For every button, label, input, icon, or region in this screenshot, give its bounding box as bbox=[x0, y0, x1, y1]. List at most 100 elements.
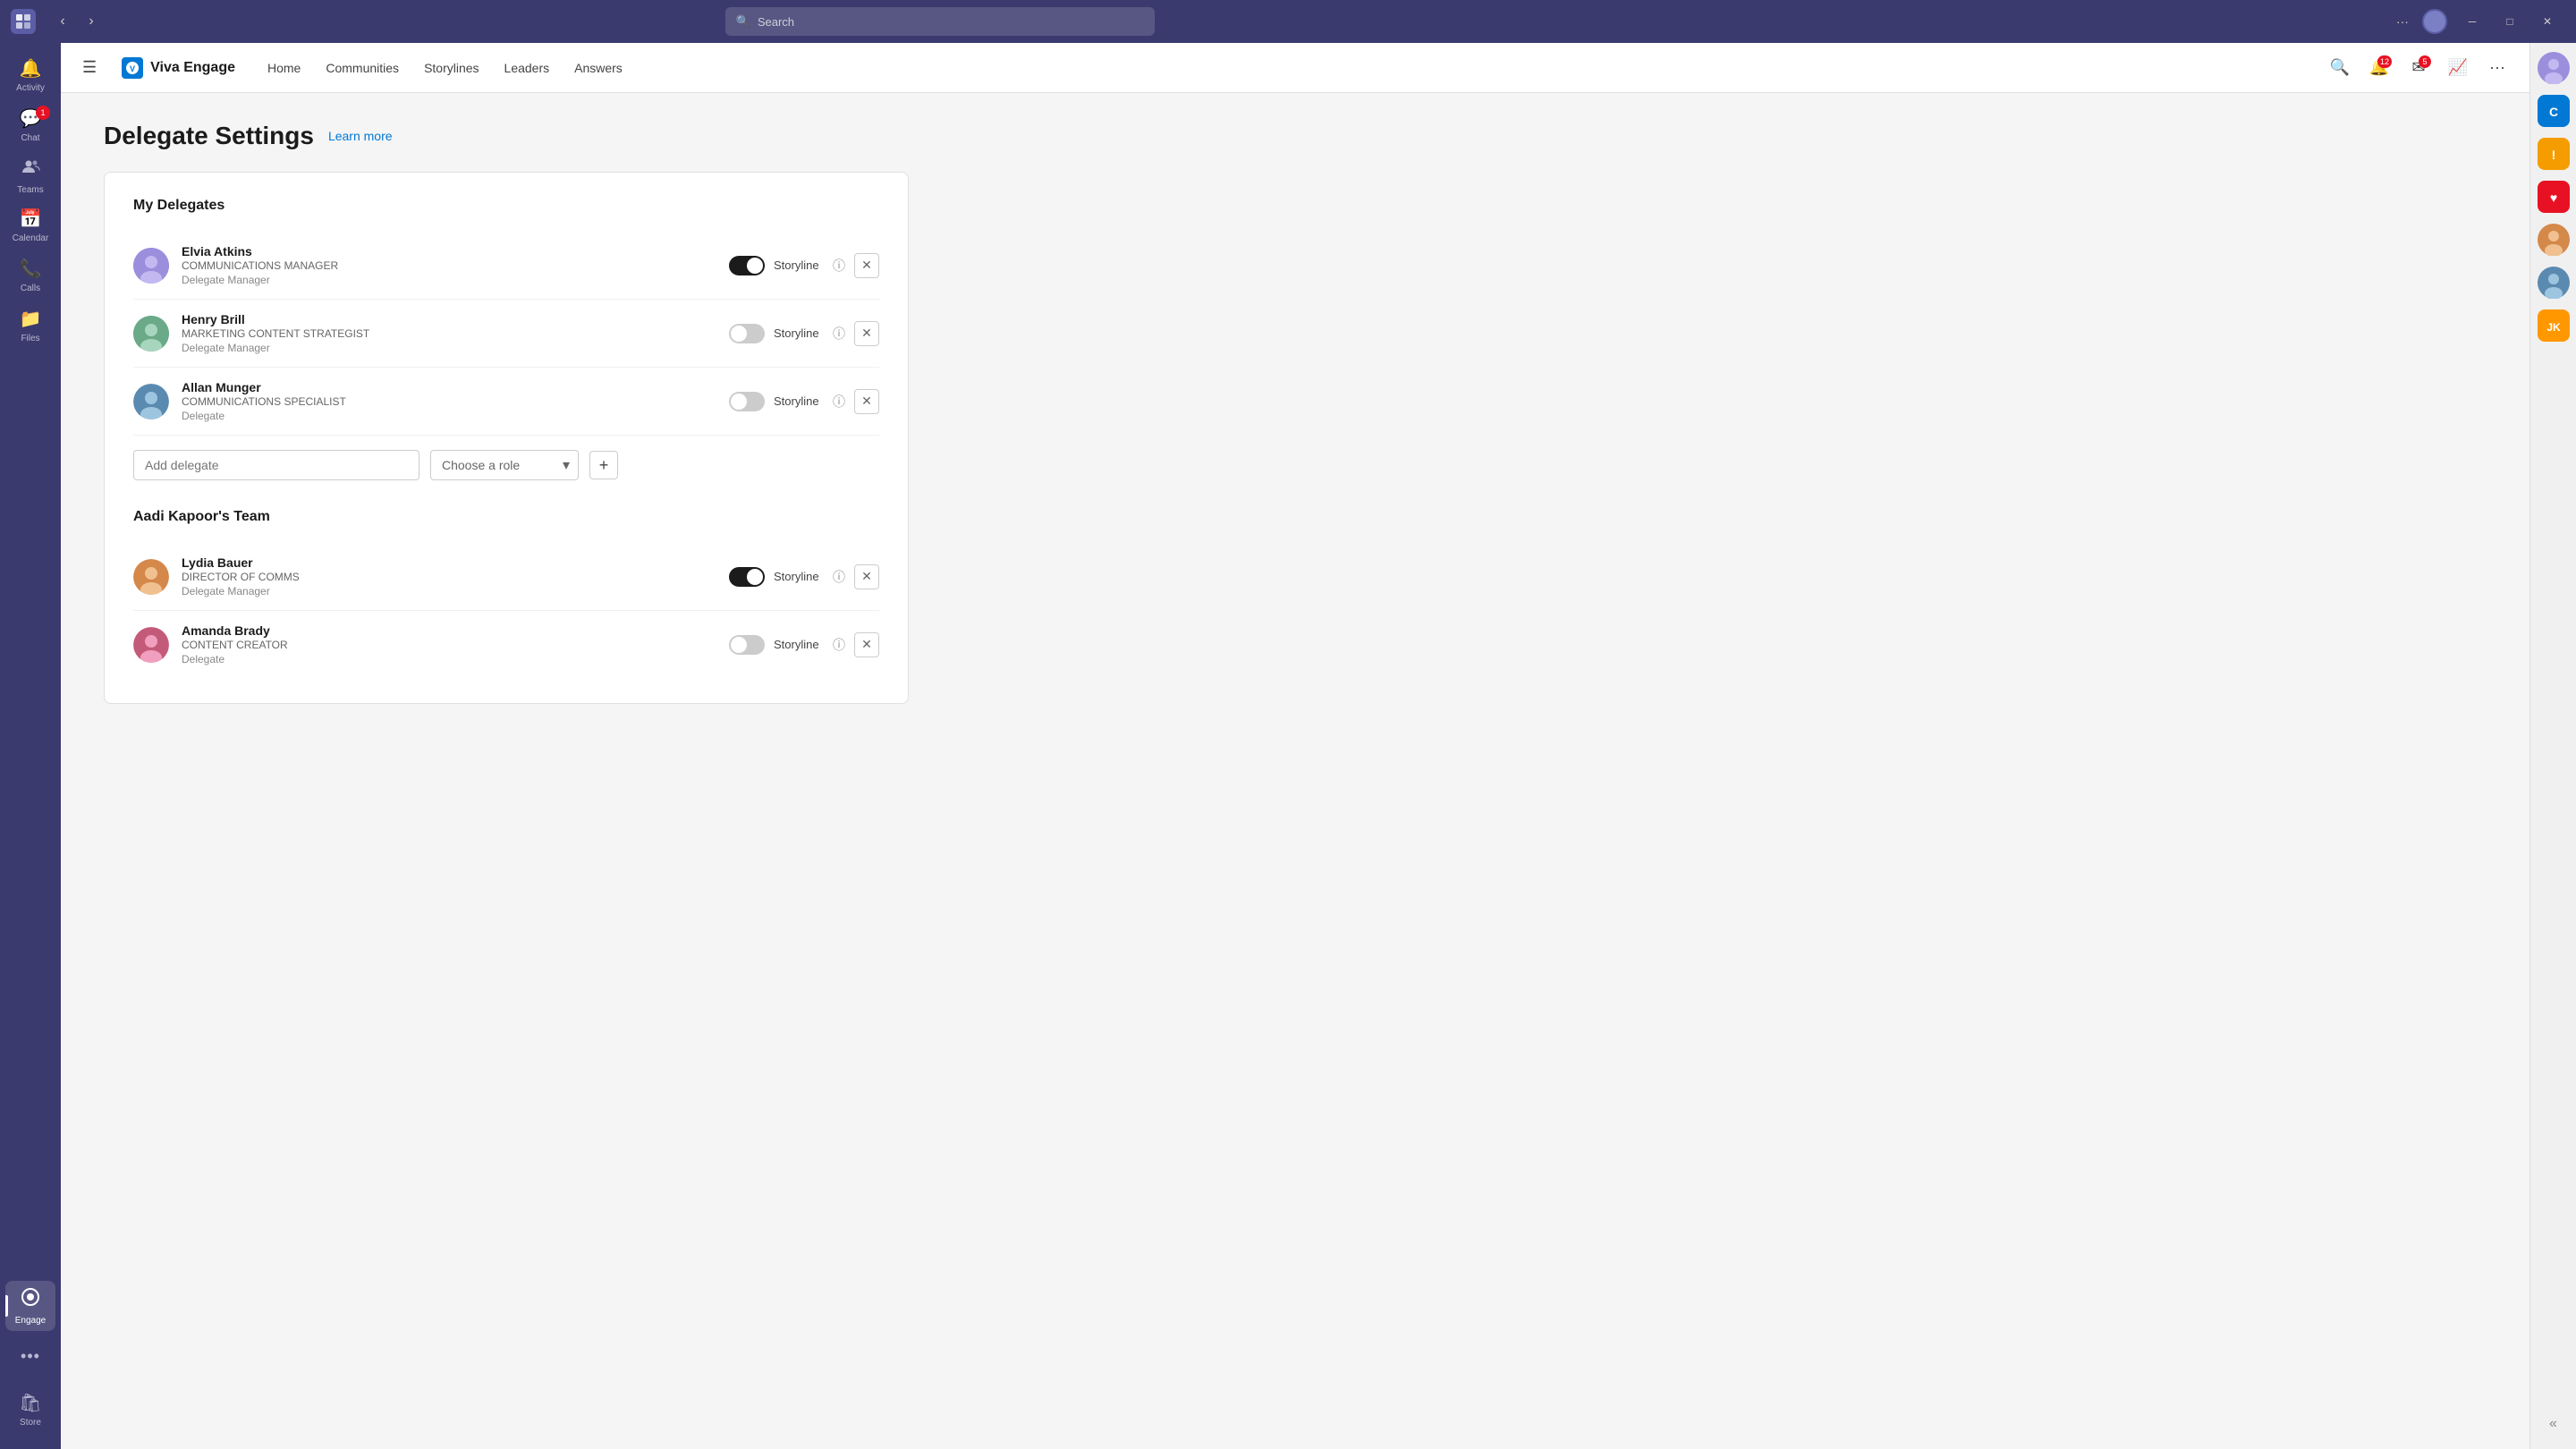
more-icon: ••• bbox=[21, 1347, 40, 1366]
sidebar-item-store[interactable]: 🛍 Store bbox=[5, 1385, 55, 1435]
forward-button[interactable]: › bbox=[79, 9, 104, 34]
sidebar-item-activity[interactable]: 🔔 Activity bbox=[5, 50, 55, 100]
delegate-toggle-amanda[interactable] bbox=[729, 635, 765, 655]
delegate-role-elvia: Delegate Manager bbox=[182, 274, 729, 286]
role-select[interactable]: Choose a role Delegate Manager Delegate bbox=[430, 450, 579, 480]
close-button[interactable]: ✕ bbox=[2529, 7, 2565, 36]
teams-icon bbox=[21, 157, 40, 182]
right-sidebar-app-1[interactable]: C bbox=[2536, 93, 2572, 129]
right-sidebar-app-3[interactable]: ♥ bbox=[2536, 179, 2572, 215]
right-sidebar-profile-2[interactable] bbox=[2536, 222, 2572, 258]
remove-delegate-allan[interactable]: ✕ bbox=[854, 389, 879, 414]
delegate-name-amanda: Amanda Brady bbox=[182, 623, 729, 638]
maximize-button[interactable]: □ bbox=[2492, 7, 2528, 36]
storyline-label-henry: Storyline bbox=[774, 326, 824, 340]
info-icon-henry[interactable]: ⓘ bbox=[833, 325, 845, 343]
more-button[interactable]: ··· bbox=[2390, 9, 2415, 34]
brand-name: Viva Engage bbox=[150, 60, 235, 76]
sidebar-item-more[interactable]: ••• bbox=[5, 1331, 55, 1381]
notifications-button[interactable]: 🔔 12 bbox=[2365, 54, 2394, 82]
delegate-info-henry: Henry Brill MARKETING CONTENT STRATEGIST… bbox=[182, 312, 729, 354]
delegate-toggle-elvia[interactable] bbox=[729, 256, 765, 275]
chat-label: Chat bbox=[21, 133, 39, 143]
remove-delegate-henry[interactable]: ✕ bbox=[854, 321, 879, 346]
store-label: Store bbox=[20, 1418, 41, 1428]
right-sidebar-app-4[interactable]: JK bbox=[2536, 308, 2572, 343]
add-delegate-button[interactable]: + bbox=[589, 451, 618, 479]
search-button[interactable]: 🔍 bbox=[2326, 54, 2354, 82]
right-sidebar-profile-3[interactable] bbox=[2536, 265, 2572, 301]
activity-icon: 🔔 bbox=[20, 57, 42, 80]
more-dots-icon: ··· bbox=[2489, 58, 2505, 77]
toggle-thumb-elvia bbox=[747, 258, 763, 274]
role-select-wrapper: Choose a role Delegate Manager Delegate bbox=[430, 450, 579, 480]
analytics-button[interactable]: 📈 bbox=[2444, 54, 2472, 82]
teams-label: Teams bbox=[17, 185, 43, 195]
minimize-button[interactable]: ─ bbox=[2454, 7, 2490, 36]
sidebar-bottom: ••• 🛍 Store bbox=[5, 1331, 55, 1442]
delegate-row-lydia: Lydia Bauer DIRECTOR OF COMMS Delegate M… bbox=[133, 543, 879, 611]
info-icon-allan[interactable]: ⓘ bbox=[833, 393, 845, 411]
right-sidebar-profile-1[interactable] bbox=[2536, 50, 2572, 86]
topnav-more-button[interactable]: ··· bbox=[2483, 54, 2512, 82]
add-delegate-row: Choose a role Delegate Manager Delegate … bbox=[133, 450, 879, 480]
engage-icon bbox=[21, 1287, 40, 1312]
delegate-toggle-henry[interactable] bbox=[729, 324, 765, 343]
messages-button[interactable]: ✉ 5 bbox=[2404, 54, 2433, 82]
nav-storylines[interactable]: Storylines bbox=[413, 55, 489, 80]
delegate-toggle-allan[interactable] bbox=[729, 392, 765, 411]
activity-label: Activity bbox=[16, 83, 45, 93]
toggle-thumb-henry bbox=[731, 326, 747, 342]
right-sidebar: C ! ♥ JK « bbox=[2529, 43, 2576, 1449]
nav-answers[interactable]: Answers bbox=[564, 55, 633, 80]
remove-delegate-amanda[interactable]: ✕ bbox=[854, 632, 879, 657]
search-icon: 🔍 bbox=[736, 14, 750, 29]
chat-badge: 1 bbox=[36, 106, 50, 120]
right-sidebar-app-2[interactable]: ! bbox=[2536, 136, 2572, 172]
delegate-title-henry: MARKETING CONTENT STRATEGIST bbox=[182, 327, 729, 340]
sidebar-item-teams[interactable]: Teams bbox=[5, 150, 55, 200]
sidebar-item-chat[interactable]: 1 💬 Chat bbox=[5, 100, 55, 150]
sidebar-item-files[interactable]: 📁 Files bbox=[5, 301, 55, 351]
left-sidebar: 🔔 Activity 1 💬 Chat Teams 📅 Calendar bbox=[0, 43, 61, 1449]
info-icon-elvia[interactable]: ⓘ bbox=[833, 257, 845, 275]
delegate-avatar-allan bbox=[133, 384, 169, 419]
collapse-sidebar-button[interactable]: « bbox=[2536, 1406, 2572, 1442]
delegate-info-elvia: Elvia Atkins COMMUNICATIONS MANAGER Dele… bbox=[182, 244, 729, 286]
toggle-thumb-amanda bbox=[731, 637, 747, 653]
files-label: Files bbox=[21, 334, 39, 343]
search-input[interactable] bbox=[758, 15, 1144, 29]
delegate-toggle-lydia[interactable] bbox=[729, 567, 765, 587]
search-icon: 🔍 bbox=[2330, 58, 2350, 77]
add-delegate-input[interactable] bbox=[133, 450, 419, 480]
title-search-bar[interactable]: 🔍 bbox=[725, 7, 1155, 36]
top-nav-right: 🔍 🔔 12 ✉ 5 📈 ··· bbox=[2326, 54, 2512, 82]
delegate-role-lydia: Delegate Manager bbox=[182, 585, 729, 597]
page-content: Delegate Settings Learn more My Delegate… bbox=[61, 93, 2529, 1449]
nav-leaders[interactable]: Leaders bbox=[494, 55, 561, 80]
delegate-role-amanda: Delegate bbox=[182, 653, 729, 665]
nav-communities[interactable]: Communities bbox=[315, 55, 410, 80]
info-icon-amanda[interactable]: ⓘ bbox=[833, 636, 845, 654]
delegate-name-lydia: Lydia Bauer bbox=[182, 555, 729, 570]
brand-icon: V bbox=[122, 57, 143, 79]
remove-delegate-elvia[interactable]: ✕ bbox=[854, 253, 879, 278]
sidebar-item-engage[interactable]: Engage bbox=[5, 1281, 55, 1331]
remove-delegate-lydia[interactable]: ✕ bbox=[854, 564, 879, 589]
delegate-title-elvia: COMMUNICATIONS MANAGER bbox=[182, 259, 729, 272]
sidebar-item-calendar[interactable]: 📅 Calendar bbox=[5, 200, 55, 250]
info-icon-lydia[interactable]: ⓘ bbox=[833, 568, 845, 586]
back-button[interactable]: ‹ bbox=[50, 9, 75, 34]
sidebar-item-calls[interactable]: 📞 Calls bbox=[5, 250, 55, 301]
page-title: Delegate Settings bbox=[104, 122, 314, 150]
learn-more-link[interactable]: Learn more bbox=[328, 129, 393, 143]
delegate-settings-card: My Delegates Elvia Atkins COMMUNICATIONS… bbox=[104, 172, 909, 704]
top-nav-links: Home Communities Storylines Leaders Answ… bbox=[257, 55, 633, 80]
nav-arrows: ‹ › bbox=[50, 9, 104, 34]
delegate-name-allan: Allan Munger bbox=[182, 380, 729, 394]
nav-home[interactable]: Home bbox=[257, 55, 311, 80]
files-icon: 📁 bbox=[20, 308, 42, 330]
my-delegates-title: My Delegates bbox=[133, 198, 879, 214]
hamburger-button[interactable]: ☰ bbox=[79, 55, 100, 80]
user-avatar[interactable] bbox=[2422, 9, 2447, 34]
